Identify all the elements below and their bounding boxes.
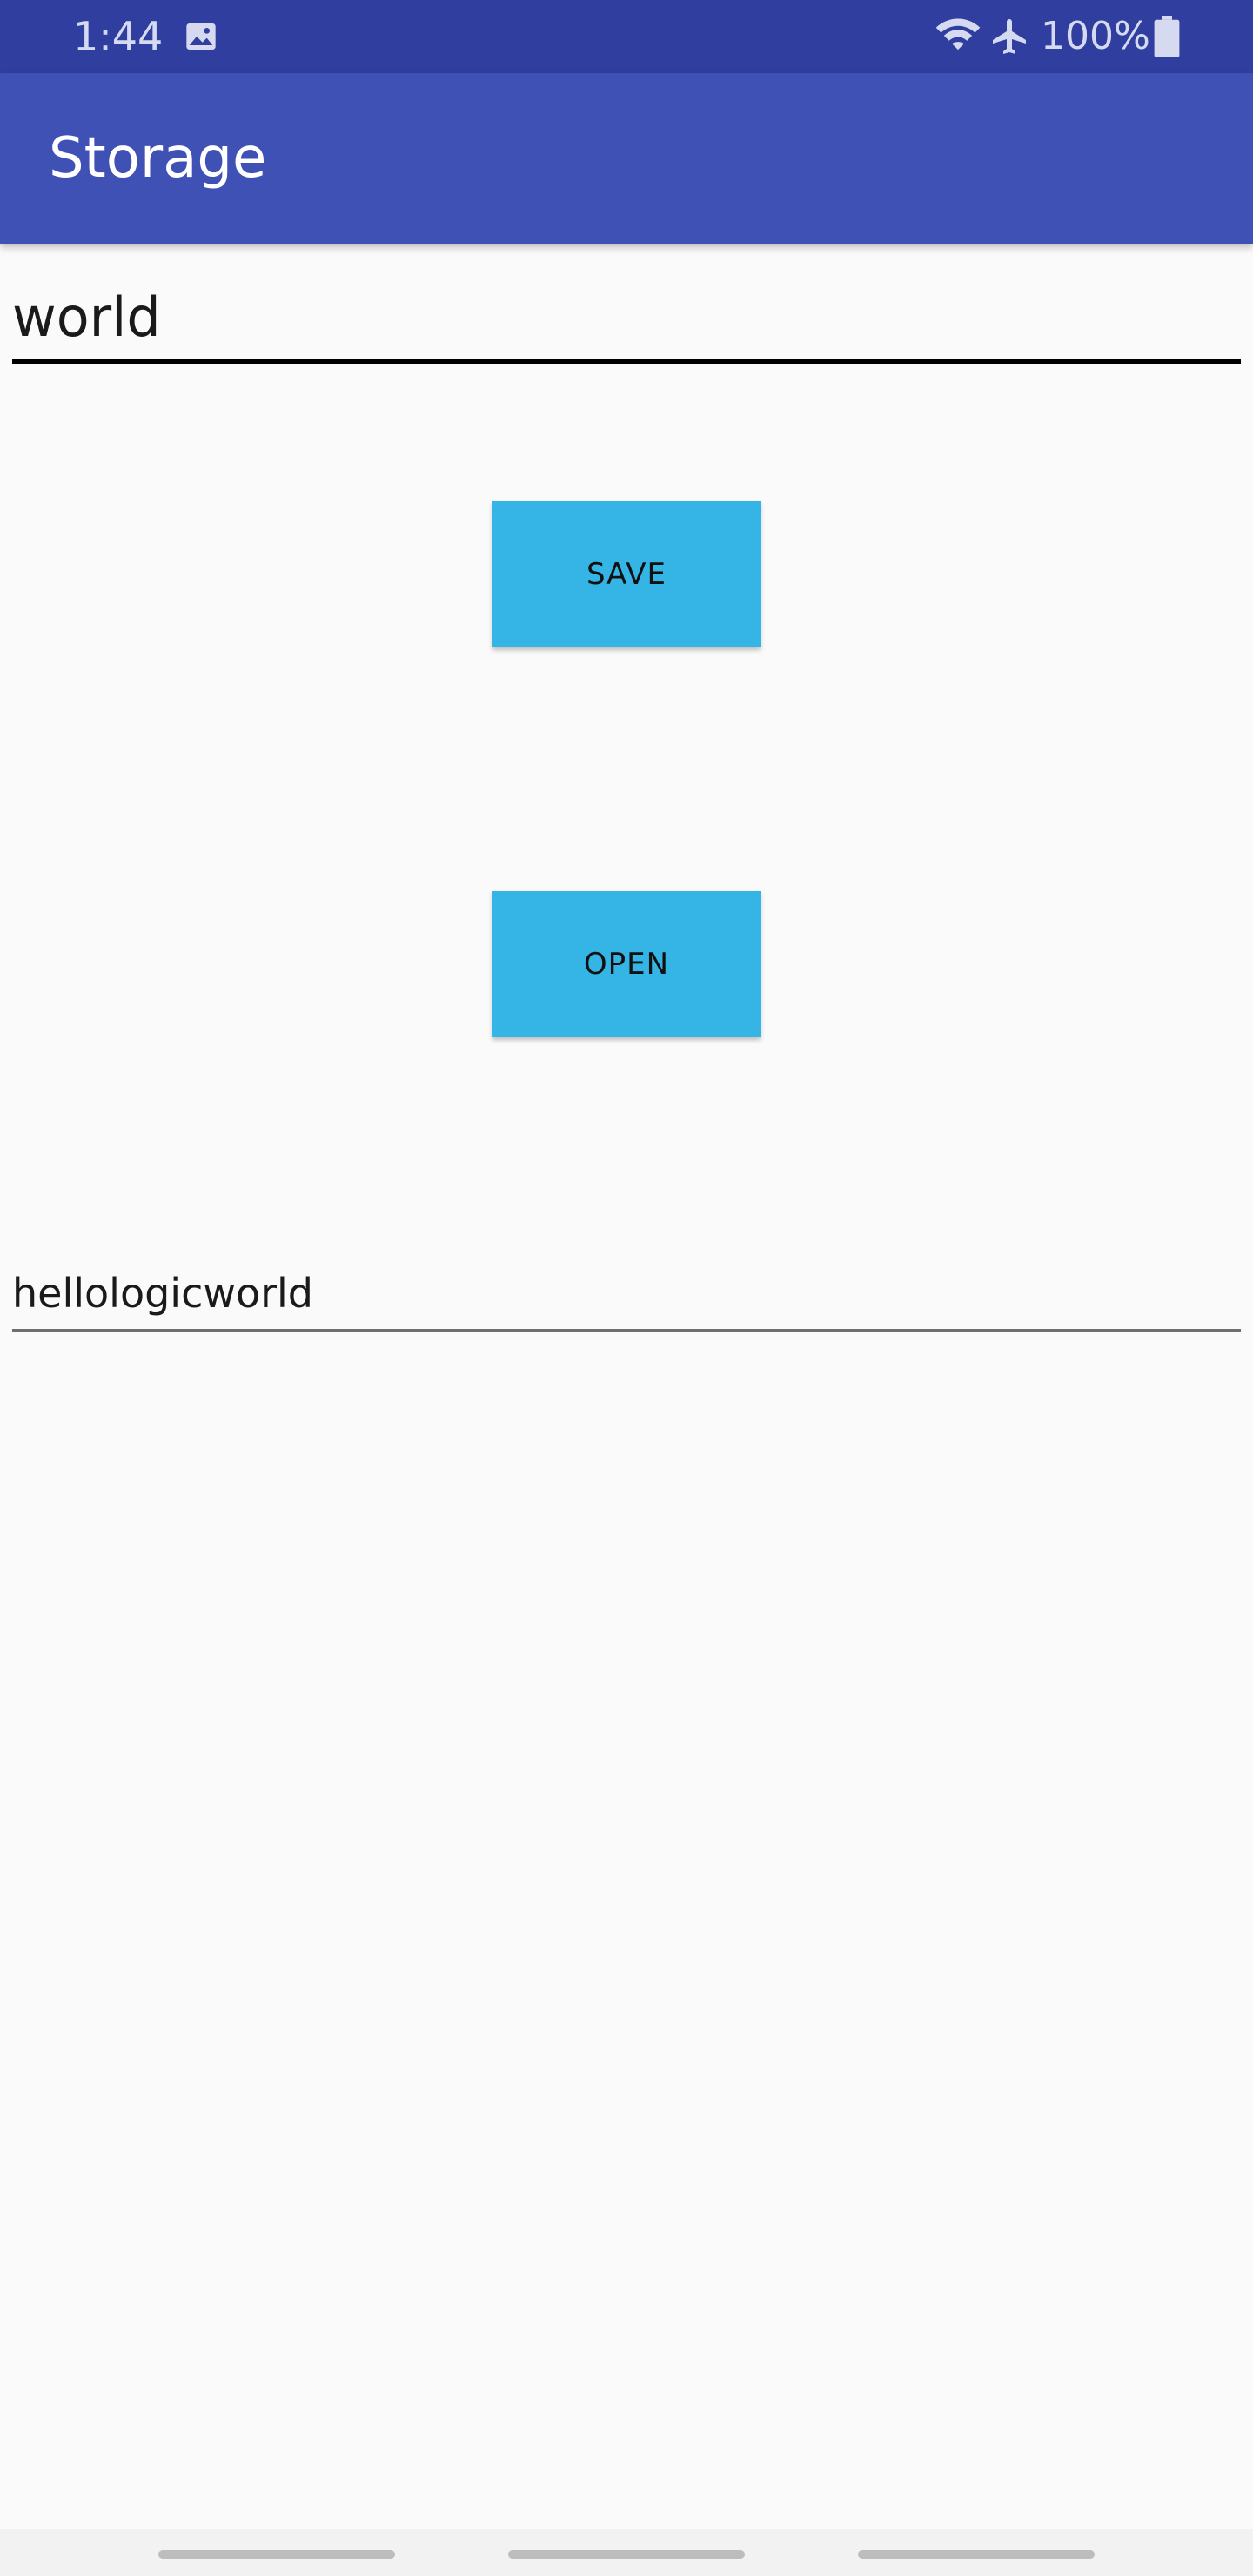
status-time: 1:44 bbox=[73, 13, 164, 60]
top-input-underline bbox=[12, 359, 1241, 364]
battery-percentage: 100% bbox=[1041, 14, 1150, 58]
wifi-icon bbox=[935, 18, 981, 50]
battery-icon bbox=[1154, 16, 1180, 57]
nav-back-pill[interactable] bbox=[158, 2550, 395, 2559]
nav-recents-pill[interactable] bbox=[858, 2550, 1095, 2559]
image-icon bbox=[186, 23, 216, 50]
top-input[interactable] bbox=[12, 277, 1241, 357]
airplane-icon bbox=[993, 19, 1026, 54]
top-text-field[interactable] bbox=[12, 277, 1241, 364]
bottom-input-underline bbox=[12, 1329, 1241, 1332]
app-title: Storage bbox=[49, 126, 267, 191]
open-button[interactable]: OPEN bbox=[492, 891, 761, 1037]
save-button[interactable]: SAVE bbox=[492, 501, 761, 647]
status-bar: 1:44 100% bbox=[0, 0, 1253, 73]
navigation-bar bbox=[0, 2529, 1253, 2576]
bottom-text-field[interactable] bbox=[12, 1260, 1241, 1332]
app-bar: Storage bbox=[0, 73, 1253, 244]
bottom-input[interactable] bbox=[12, 1260, 1241, 1326]
nav-home-pill[interactable] bbox=[508, 2550, 745, 2559]
